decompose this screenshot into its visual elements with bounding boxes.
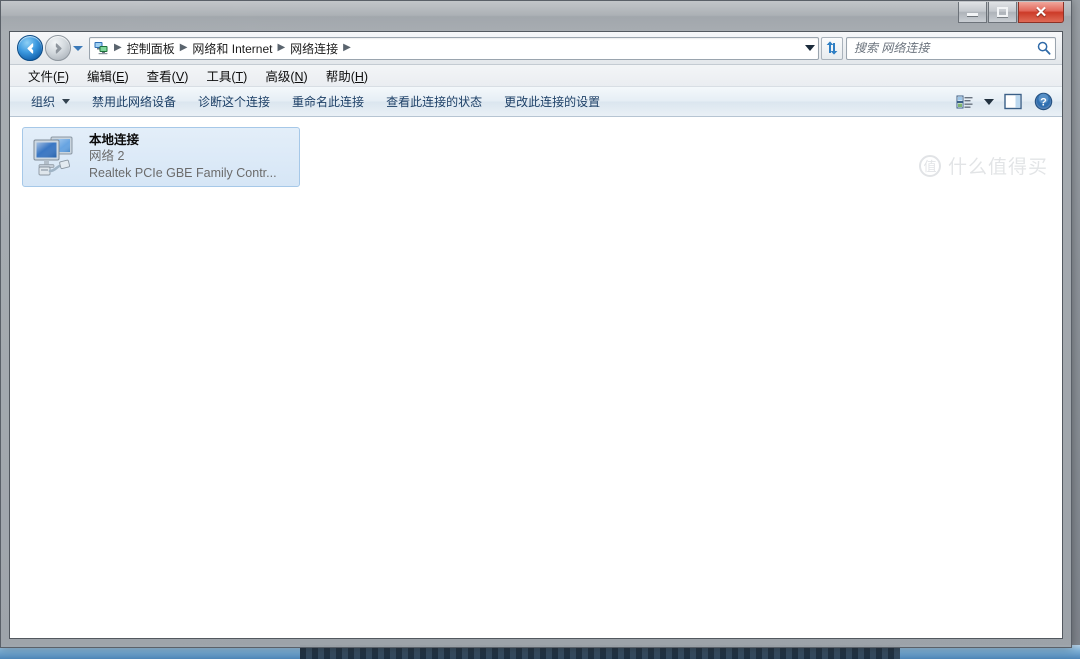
command-label: 重命名此连接: [292, 95, 365, 109]
address-dropdown-button[interactable]: [801, 38, 818, 59]
connections-list: 本地连接 网络 2 Realtek PCIe GBE Family Contr.…: [22, 127, 1062, 187]
menu-edit-prefix: 编辑(: [86, 70, 117, 84]
menu-advanced-prefix: 高级(: [265, 70, 295, 84]
command-bar: 组织 禁用此网络设备 诊断这个连接 重命名此连接 查看此连接的状态 更改此连接的…: [10, 87, 1062, 117]
search-input[interactable]: [854, 41, 1035, 55]
title-bar-glass: [1, 1, 1071, 31]
maximize-button[interactable]: [988, 2, 1017, 23]
window-client-area: ▶ 控制面板 ▶ 网络和 Internet ▶ 网络连接 ▶ 搜索 网络连接 文…: [9, 31, 1063, 639]
lan-connection-icon: [33, 136, 73, 176]
connection-device: Realtek PCIe GBE Family Contr...: [89, 165, 277, 180]
preview-pane-icon: [1004, 93, 1022, 110]
breadcrumb-item-control-panel[interactable]: 控制面板: [124, 39, 178, 58]
breadcrumb-separator[interactable]: ▶: [341, 43, 353, 53]
chevron-down-icon: [804, 45, 815, 51]
breadcrumb-separator[interactable]: ▶: [275, 43, 287, 53]
menu-file-suffix: ): [64, 70, 69, 84]
menu-help-suffix: ): [363, 70, 369, 84]
menu-tools-suffix: ): [243, 70, 248, 84]
connection-network: 网络 2: [89, 149, 125, 164]
command-label: 诊断这个连接: [198, 95, 271, 109]
recent-pages-dropdown[interactable]: [72, 37, 84, 59]
preview-pane-button[interactable]: [998, 90, 1028, 114]
menu-view-key: V: [175, 70, 185, 84]
menu-edit-suffix: ): [124, 70, 129, 84]
address-bar-row: ▶ 控制面板 ▶ 网络和 Internet ▶ 网络连接 ▶: [10, 32, 1062, 65]
list-item-text: 本地连接 网络 2 Realtek PCIe GBE Family Contr.…: [89, 133, 277, 182]
search-box[interactable]: [846, 36, 1056, 60]
command-disable-device[interactable]: 禁用此网络设备: [81, 88, 187, 115]
minimize-icon: [967, 13, 978, 16]
maximize-icon: [997, 7, 1008, 17]
help-icon: ?: [1034, 92, 1052, 111]
menu-file-key: F: [57, 70, 65, 84]
forward-arrow-icon: [55, 42, 62, 54]
organize-label: 组织: [31, 95, 56, 109]
menu-file-prefix: 文件(: [28, 70, 58, 84]
breadcrumb: ▶ 控制面板 ▶ 网络和 Internet ▶ 网络连接 ▶: [112, 39, 801, 58]
view-dropdown-button[interactable]: [980, 90, 998, 114]
forward-button[interactable]: [45, 35, 71, 61]
close-icon: ✕: [1034, 3, 1048, 21]
command-label: 禁用此网络设备: [92, 95, 177, 109]
explorer-window: ✕ ▶ 控制面板 ▶ 网络和 Internet ▶ 网络连接 ▶ 搜索 网络连接…: [0, 0, 1072, 648]
view-layout-icon: [956, 95, 973, 108]
breadcrumb-item-network-internet[interactable]: 网络和 Internet: [189, 39, 275, 58]
menu-help-key: H: [354, 70, 364, 84]
list-item[interactable]: 本地连接 网络 2 Realtek PCIe GBE Family Contr.…: [22, 127, 300, 187]
address-bar[interactable]: ▶ 控制面板 ▶ 网络和 Internet ▶ 网络连接 ▶: [89, 36, 819, 60]
menu-view[interactable]: 查看(V): [138, 64, 198, 87]
menu-advanced[interactable]: 高级(N): [256, 64, 316, 87]
breadcrumb-separator: ▶: [114, 42, 122, 53]
menu-edit-key: E: [116, 70, 125, 84]
window-controls: ✕: [958, 2, 1064, 23]
command-change-settings[interactable]: 更改此连接的设置: [493, 88, 611, 115]
chevron-down-icon: [73, 45, 83, 51]
command-rename-connection[interactable]: 重命名此连接: [281, 88, 375, 115]
content-pane[interactable]: 本地连接 网络 2 Realtek PCIe GBE Family Contr.…: [10, 117, 1062, 187]
connection-name: 本地连接: [89, 132, 140, 147]
chevron-down-icon: [62, 99, 71, 104]
menu-advanced-suffix: ): [303, 70, 308, 84]
menu-help-prefix: 帮助(: [325, 70, 355, 84]
back-button[interactable]: [17, 35, 43, 61]
menu-tools[interactable]: 工具(T): [197, 64, 256, 87]
title-bar[interactable]: ✕: [1, 1, 1071, 31]
command-view-status[interactable]: 查看此连接的状态: [375, 88, 493, 115]
menu-tools-prefix: 工具(: [206, 70, 236, 84]
menu-help[interactable]: 帮助(H): [317, 64, 377, 87]
command-diagnose-connection[interactable]: 诊断这个连接: [187, 88, 281, 115]
menu-bar: 文件(F) 编辑(E) 查看(V) 工具(T) 高级(N) 帮助(H): [10, 65, 1062, 87]
search-icon[interactable]: [1035, 40, 1053, 56]
minimize-button[interactable]: [958, 2, 987, 23]
refresh-button[interactable]: [821, 36, 843, 60]
breadcrumb-item-network-connections[interactable]: 网络连接: [287, 39, 341, 58]
help-button[interactable]: ?: [1028, 90, 1058, 114]
command-label: 更改此连接的设置: [504, 95, 601, 109]
change-view-button[interactable]: [950, 90, 980, 114]
breadcrumb-separator[interactable]: ▶: [178, 43, 190, 53]
chevron-down-icon: [984, 98, 994, 105]
menu-advanced-key: N: [294, 70, 304, 84]
network-connections-icon: [94, 42, 108, 55]
back-arrow-icon: [26, 42, 33, 54]
organize-button[interactable]: 组织: [20, 88, 81, 115]
menu-edit[interactable]: 编辑(E): [78, 64, 138, 87]
svg-text:?: ?: [1040, 97, 1047, 109]
menu-file[interactable]: 文件(F): [19, 64, 78, 87]
refresh-icon: [826, 41, 838, 55]
close-button[interactable]: ✕: [1018, 2, 1064, 23]
menu-view-suffix: ): [184, 70, 189, 84]
command-label: 查看此连接的状态: [386, 95, 483, 109]
menu-view-prefix: 查看(: [146, 70, 176, 84]
